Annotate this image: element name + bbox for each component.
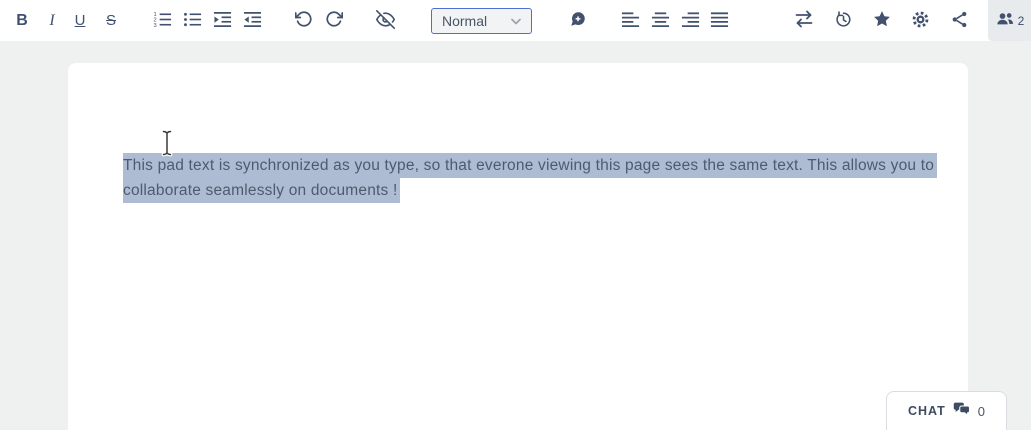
pad-text-line: This pad text is synchronized as you typ…	[123, 153, 938, 178]
hide-authorship-button[interactable]	[370, 0, 400, 41]
toolbar: B I U S 1 2 3 Normal 2	[0, 0, 1031, 41]
align-right-icon	[681, 10, 700, 32]
style-select[interactable]: Normal	[431, 8, 532, 34]
pad-app: B I U S 1 2 3 Normal 2 This pad text is …	[0, 0, 1031, 430]
users-count: 2	[1017, 13, 1025, 28]
chevron-down-icon	[511, 12, 521, 30]
indent-icon	[213, 10, 232, 32]
chat-label: CHAT	[907, 404, 946, 418]
chat-count: 0	[977, 403, 986, 419]
align-center-icon	[651, 10, 670, 32]
italic-button[interactable]: I	[37, 0, 67, 41]
undo-button[interactable]	[289, 0, 319, 41]
history-icon	[834, 10, 853, 32]
align-justify-button[interactable]	[704, 0, 734, 41]
star-icon	[872, 9, 892, 32]
favorite-button[interactable]	[867, 0, 897, 41]
bold-icon: B	[16, 11, 28, 29]
share-icon	[950, 10, 969, 32]
pad-text-line: collaborate seamlessly on documents !	[123, 178, 401, 203]
underline-button[interactable]: U	[65, 0, 95, 41]
redo-button[interactable]	[319, 0, 349, 41]
undo-icon	[294, 10, 313, 31]
history-button[interactable]	[828, 0, 858, 41]
outdent-icon	[243, 10, 262, 32]
gear-icon	[911, 10, 930, 32]
align-justify-icon	[710, 10, 729, 32]
svg-text:3: 3	[153, 23, 156, 29]
style-select-value: Normal	[442, 13, 488, 29]
indent-button[interactable]	[207, 0, 237, 41]
align-left-button[interactable]	[615, 0, 645, 41]
align-right-button[interactable]	[675, 0, 705, 41]
settings-button[interactable]	[905, 0, 935, 41]
share-button[interactable]	[944, 0, 974, 41]
unordered-list-button[interactable]	[177, 0, 207, 41]
strikethrough-button[interactable]: S	[96, 0, 126, 41]
pad-document[interactable]: This pad text is synchronized as you typ…	[68, 63, 968, 430]
users-icon	[995, 9, 1015, 32]
strikethrough-icon: S	[105, 12, 116, 29]
comment-plus-icon	[569, 10, 587, 31]
ordered-list-icon: 1 2 3	[153, 10, 172, 32]
pad-text[interactable]: This pad text is synchronized as you typ…	[123, 153, 938, 203]
redo-icon	[325, 10, 344, 31]
chat-bubbles-icon	[953, 401, 971, 422]
ordered-list-button[interactable]: 1 2 3	[147, 0, 177, 41]
eye-off-icon	[375, 9, 395, 32]
bold-button[interactable]: B	[7, 0, 37, 41]
swap-arrows-icon	[794, 9, 814, 32]
import-export-button[interactable]	[789, 0, 819, 41]
unordered-list-icon	[183, 10, 202, 32]
chat-toggle[interactable]: CHAT 0	[886, 391, 1007, 430]
align-center-button[interactable]	[645, 0, 675, 41]
italic-icon: I	[49, 11, 55, 29]
align-left-icon	[621, 10, 640, 32]
add-comment-button[interactable]	[563, 0, 593, 41]
outdent-button[interactable]	[237, 0, 267, 41]
connected-users-button[interactable]: 2	[988, 0, 1031, 41]
underline-icon: U	[74, 12, 86, 29]
